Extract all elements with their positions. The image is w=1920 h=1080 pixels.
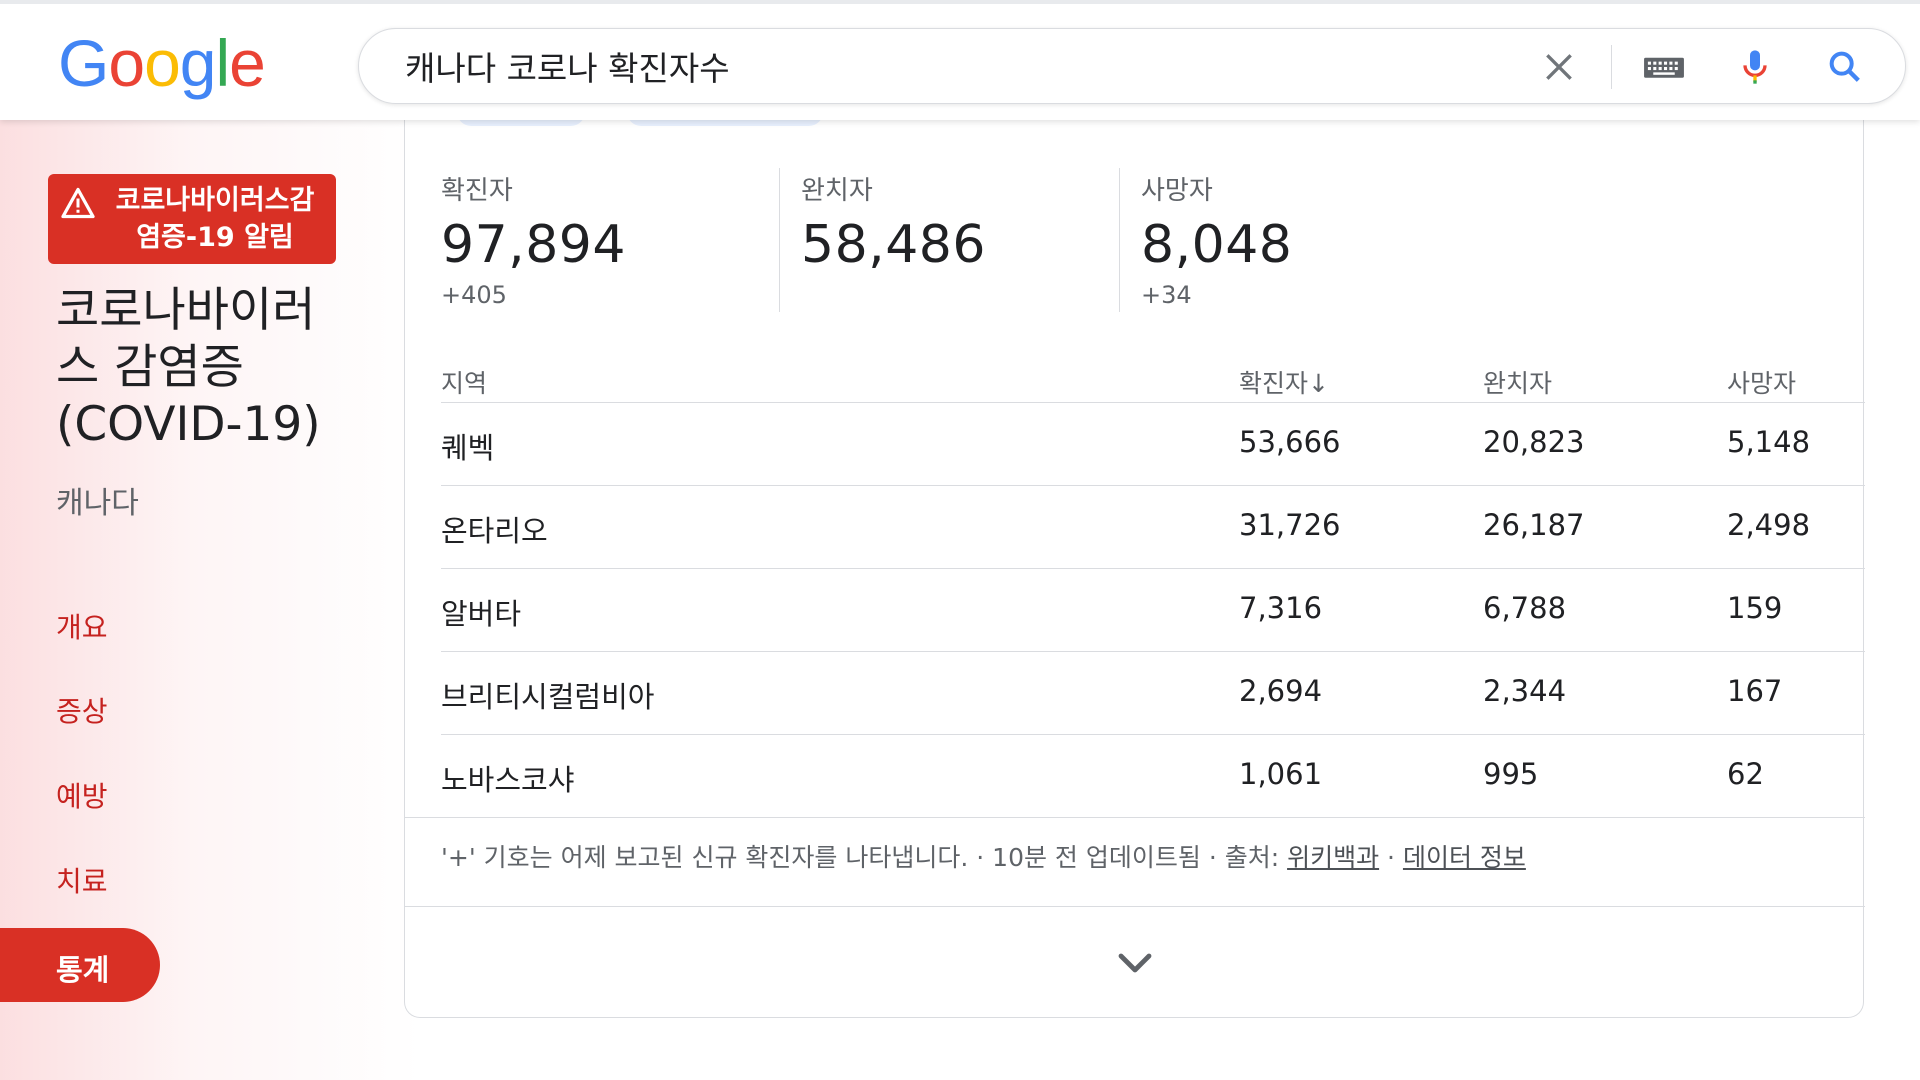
nav-prevention[interactable]: 예방 [56, 775, 108, 815]
stat-recovered: 완치자 58,486 [801, 170, 986, 281]
cell-region: 퀘벡 [441, 431, 495, 465]
table-row: 퀘벡 53,666 20,823 5,148 [441, 402, 1865, 485]
cell-confirmed: 7,316 [1239, 591, 1323, 625]
search-input[interactable] [405, 45, 1405, 87]
source-wikipedia-link[interactable]: 위키백과 [1287, 843, 1379, 872]
stats-card: 확진자 97,894 +405 완치자 58,486 사망자 8,048 +34… [404, 104, 1865, 1018]
stat-divider [779, 168, 780, 312]
table-header: 지역 확진자↓ 완치자 사망자 [405, 350, 1865, 402]
header: Google [0, 0, 1920, 120]
chevron-down-icon[interactable] [1111, 946, 1159, 982]
topic-region: 캐나다 [56, 486, 139, 521]
stat-label: 사망자 [1141, 176, 1213, 206]
google-logo[interactable]: Google [58, 30, 266, 96]
footnote: '+' 기호는 어제 보고된 신규 확진자를 나타냅니다. · 10분 전 업데… [441, 838, 1526, 874]
search-divider [1611, 45, 1612, 89]
stat-confirmed: 확진자 97,894 +405 [441, 170, 626, 309]
table-row: 노바스코샤 1,061 995 62 [441, 734, 1865, 817]
warning-icon [61, 187, 95, 219]
stat-value: 97,894 [441, 215, 626, 275]
stat-label: 완치자 [801, 176, 873, 206]
mic-icon[interactable] [1735, 47, 1775, 87]
topic-title: 코로나바이러스 감염증 (COVID-19) [56, 283, 321, 452]
cell-region: 알버타 [441, 597, 522, 631]
cell-region: 브리티시컬럼비아 [441, 680, 655, 714]
search-box [358, 28, 1906, 104]
stat-delta: +34 [1141, 281, 1192, 309]
search-icon[interactable] [1825, 47, 1865, 87]
cell-recovered: 995 [1483, 757, 1539, 791]
cell-deaths: 159 [1727, 591, 1783, 625]
cell-confirmed: 53,666 [1239, 425, 1341, 459]
cell-recovered: 6,788 [1483, 591, 1567, 625]
nav-treatment[interactable]: 치료 [56, 860, 108, 900]
data-info-link[interactable]: 데이터 정보 [1403, 843, 1526, 872]
col-header-confirmed[interactable]: 확진자↓ [1239, 364, 1329, 400]
cell-deaths: 167 [1727, 674, 1783, 708]
cell-recovered: 20,823 [1483, 425, 1585, 459]
cell-deaths: 62 [1727, 757, 1764, 791]
nav-overview[interactable]: 개요 [56, 606, 108, 646]
col-header-recovered[interactable]: 완치자 [1483, 364, 1552, 400]
stat-deaths: 사망자 8,048 +34 [1141, 170, 1292, 309]
cell-confirmed: 2,694 [1239, 674, 1323, 708]
logo-letter: o [144, 26, 181, 100]
logo-letter: g [179, 26, 217, 100]
cell-confirmed: 1,061 [1239, 757, 1323, 791]
table-row: 알버타 7,316 6,788 159 [441, 568, 1865, 651]
table-row: 온타리오 31,726 26,187 2,498 [441, 485, 1865, 568]
cell-recovered: 2,344 [1483, 674, 1567, 708]
footnote-text: '+' 기호는 어제 보고된 신규 확진자를 나타냅니다. · 10분 전 업데… [441, 843, 1288, 872]
table-bottom-divider [405, 817, 1865, 818]
stat-value: 58,486 [801, 215, 986, 275]
col-header-deaths[interactable]: 사망자 [1727, 364, 1796, 400]
cell-deaths: 5,148 [1727, 425, 1811, 459]
nav-symptoms[interactable]: 증상 [56, 690, 108, 730]
stat-value: 8,048 [1141, 215, 1293, 275]
keyboard-icon[interactable] [1641, 47, 1687, 87]
logo-letter: l [215, 26, 231, 100]
col-header-region[interactable]: 지역 [441, 364, 487, 400]
cell-region: 노바스코샤 [441, 763, 575, 797]
stat-delta: +405 [441, 281, 507, 309]
logo-letter: G [58, 26, 109, 100]
alert-label: 코로나바이러스감염증-19 알림 [115, 185, 315, 253]
stat-label: 확진자 [441, 176, 513, 206]
logo-letter: o [108, 26, 145, 100]
expand-divider [405, 906, 1865, 907]
table-row: 브리티시컬럼비아 2,694 2,344 167 [441, 651, 1865, 734]
logo-letter: e [229, 26, 266, 100]
cell-recovered: 26,187 [1483, 508, 1585, 542]
cell-confirmed: 31,726 [1239, 508, 1341, 542]
close-icon[interactable] [1539, 47, 1579, 87]
cell-region: 온타리오 [441, 514, 548, 548]
nav-statistics-active[interactable]: 통계 [0, 928, 160, 1002]
stat-divider [1119, 168, 1120, 312]
cell-deaths: 2,498 [1727, 508, 1811, 542]
footnote-separator: · [1379, 843, 1403, 872]
covid-alert-badge[interactable]: 코로나바이러스감염증-19 알림 [48, 174, 336, 264]
